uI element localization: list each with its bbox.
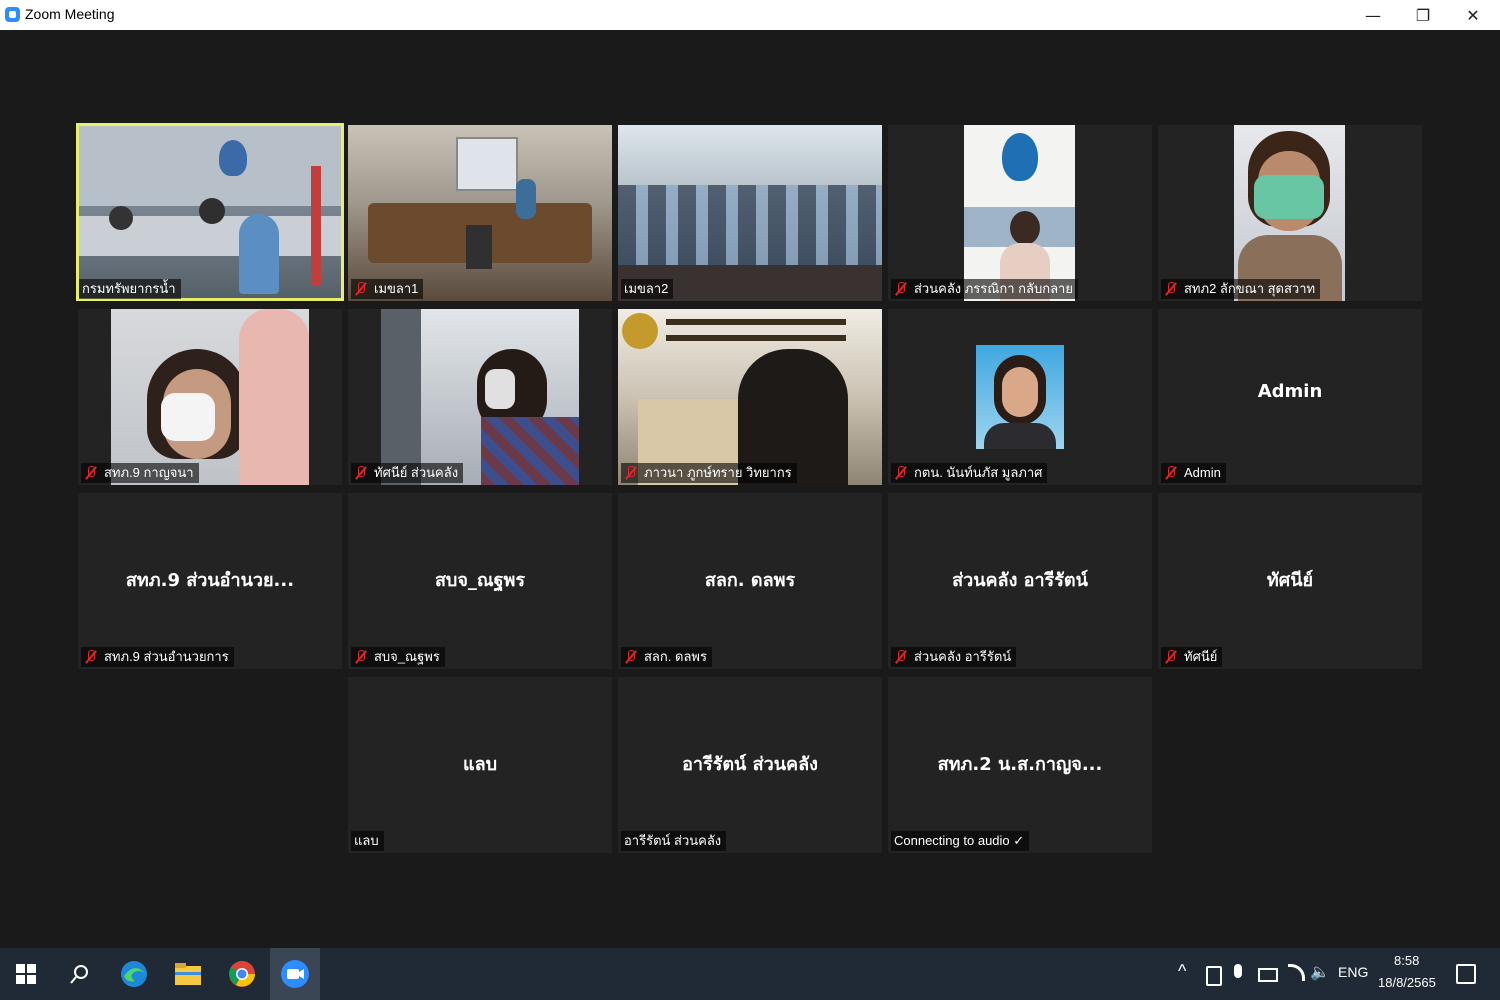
participant-name-label: ส่วนคลัง อารีรัตน์ bbox=[891, 647, 1017, 667]
participant-tile[interactable]: สบจ_ณฐพร สบจ_ณฐพร bbox=[348, 493, 612, 669]
muted-mic-icon bbox=[624, 650, 638, 664]
participant-name-label: Admin bbox=[1161, 463, 1226, 483]
participant-tile[interactable]: กรมทรัพยากรน้ำ bbox=[76, 123, 344, 301]
participant-video bbox=[618, 309, 882, 485]
muted-mic-icon bbox=[894, 650, 908, 664]
participant-video bbox=[381, 309, 579, 485]
windows-taskbar: ^ 🔈 ENG 8:58 18/8/2565 bbox=[0, 948, 1500, 1000]
participant-video bbox=[79, 126, 341, 298]
participant-tile[interactable]: อารีรัตน์ ส่วนคลัง อารีรัตน์ ส่วนคลัง bbox=[618, 677, 882, 853]
muted-mic-icon bbox=[1164, 466, 1178, 480]
participant-tile[interactable]: กตน. นันท์นภัส มูลภาศ bbox=[888, 309, 1152, 485]
battery-icon[interactable] bbox=[1258, 968, 1278, 982]
minimize-button[interactable]: — bbox=[1348, 0, 1398, 30]
gallery-view: กรมทรัพยากรน้ำ เมขลา1 เมขลา2 ส่วนคลัง ภร… bbox=[0, 30, 1500, 948]
participant-tile[interactable]: แลบ แลบ bbox=[348, 677, 612, 853]
participant-tile[interactable]: สทภ.9 ส่วนอำนวย... สทภ.9 ส่วนอำนวยการ bbox=[78, 493, 342, 669]
participant-name-label: สทภ2 ลักขณา สุดสวาท bbox=[1161, 279, 1321, 299]
muted-mic-icon bbox=[354, 650, 368, 664]
participant-name-label: สลก. ดลพร bbox=[621, 647, 712, 667]
participant-name-label: Connecting to audio ✓ bbox=[891, 831, 1030, 851]
muted-mic-icon bbox=[1164, 650, 1178, 664]
participant-name-label: เมขลา2 bbox=[621, 279, 674, 299]
participant-tile[interactable]: ส่วนคลัง ภรรณิกา กลับกลาย bbox=[888, 125, 1152, 301]
participant-tile[interactable]: สทภ.9 กาญจนา bbox=[78, 309, 342, 485]
muted-mic-icon bbox=[894, 282, 908, 296]
meet-now-icon[interactable] bbox=[1206, 966, 1222, 986]
participant-display-name: Admin bbox=[1257, 381, 1323, 402]
participant-display-name: ส่วนคลัง อารีรัตน์ bbox=[952, 570, 1088, 591]
muted-mic-icon bbox=[354, 282, 368, 296]
clock-time[interactable]: 8:58 bbox=[1394, 953, 1419, 968]
muted-mic-icon bbox=[1164, 282, 1178, 296]
muted-mic-icon bbox=[624, 466, 638, 480]
participant-display-name: สทภ.2 น.ส.กาญจ... bbox=[937, 754, 1103, 775]
participant-name-label: เมขลา1 bbox=[351, 279, 424, 299]
microphone-icon[interactable] bbox=[1234, 964, 1242, 978]
restore-button[interactable]: ❐ bbox=[1398, 0, 1448, 30]
windows-start-icon[interactable] bbox=[8, 956, 44, 992]
participant-tile[interactable]: ส่วนคลัง อารีรัตน์ ส่วนคลัง อารีรัตน์ bbox=[888, 493, 1152, 669]
window-title-bar: Zoom Meeting — ❐ ✕ bbox=[0, 0, 1500, 30]
search-icon[interactable] bbox=[62, 956, 98, 992]
participant-tile[interactable]: เมขลา2 bbox=[618, 125, 882, 301]
participant-name-label: ภาวนา ภูกษ์ทราย วิทยากร bbox=[621, 463, 797, 483]
participant-name-label: กตน. นันท์นภัส มูลภาศ bbox=[891, 463, 1048, 483]
file-explorer-icon[interactable] bbox=[170, 956, 206, 992]
notifications-icon[interactable] bbox=[1456, 964, 1476, 984]
participant-tile[interactable]: สทภ.2 น.ส.กาญจ... Connecting to audio ✓ bbox=[888, 677, 1152, 853]
muted-mic-icon bbox=[894, 466, 908, 480]
participant-name-label: กรมทรัพยากรน้ำ bbox=[79, 279, 181, 299]
participant-name-label: ทัศนีย์ ส่วนคลัง bbox=[351, 463, 464, 483]
zoom-app-icon bbox=[5, 7, 20, 22]
participant-display-name: ทัศนีย์ bbox=[1266, 570, 1314, 591]
speaker-icon[interactable]: 🔈 bbox=[1310, 962, 1330, 982]
close-button[interactable]: ✕ bbox=[1448, 0, 1498, 30]
participant-tile[interactable]: สลก. ดลพร สลก. ดลพร bbox=[618, 493, 882, 669]
participant-display-name: สทภ.9 ส่วนอำนวย... bbox=[125, 570, 295, 591]
participant-display-name: สลก. ดลพร bbox=[704, 570, 796, 591]
chrome-icon[interactable] bbox=[224, 956, 260, 992]
participant-tile[interactable]: เมขลา1 bbox=[348, 125, 612, 301]
participant-name-label: ส่วนคลัง ภรรณิกา กลับกลาย bbox=[891, 279, 1078, 299]
muted-mic-icon bbox=[84, 650, 98, 664]
muted-mic-icon bbox=[84, 466, 98, 480]
participant-name-label: สบจ_ณฐพร bbox=[351, 647, 445, 667]
language-indicator[interactable]: ENG bbox=[1338, 964, 1368, 980]
participant-name-label: สทภ.9 ส่วนอำนวยการ bbox=[81, 647, 234, 667]
window-title: Zoom Meeting bbox=[25, 6, 115, 22]
participant-video bbox=[348, 125, 612, 301]
edge-icon[interactable] bbox=[116, 956, 152, 992]
participant-name-label: ทัศนีย์ bbox=[1161, 647, 1223, 667]
participant-tile[interactable]: ทัศนีย์ ทัศนีย์ bbox=[1158, 493, 1422, 669]
clock-date[interactable]: 18/8/2565 bbox=[1378, 975, 1436, 990]
participant-video bbox=[976, 345, 1064, 449]
participant-name-label: แลบ bbox=[351, 831, 384, 851]
participant-display-name: อารีรัตน์ ส่วนคลัง bbox=[682, 754, 818, 775]
show-hidden-icons-chevron-icon[interactable]: ^ bbox=[1178, 961, 1186, 982]
participant-video bbox=[964, 125, 1075, 301]
participant-video bbox=[618, 125, 882, 301]
participant-display-name: แลบ bbox=[462, 754, 498, 775]
participant-name-label: อารีรัตน์ ส่วนคลัง bbox=[621, 831, 727, 851]
participant-video bbox=[1234, 125, 1345, 301]
wifi-icon[interactable] bbox=[1288, 964, 1305, 981]
participant-name-label: สทภ.9 กาญจนา bbox=[81, 463, 199, 483]
participant-tile[interactable]: สทภ2 ลักขณา สุดสวาท bbox=[1158, 125, 1422, 301]
participant-tile[interactable]: Admin Admin bbox=[1158, 309, 1422, 485]
participant-tile[interactable]: ทัศนีย์ ส่วนคลัง bbox=[348, 309, 612, 485]
participant-display-name: สบจ_ณฐพร bbox=[434, 570, 526, 591]
zoom-icon[interactable] bbox=[270, 948, 320, 1000]
participant-tile[interactable]: ภาวนา ภูกษ์ทราย วิทยากร bbox=[618, 309, 882, 485]
muted-mic-icon bbox=[354, 466, 368, 480]
participant-video bbox=[111, 309, 309, 485]
